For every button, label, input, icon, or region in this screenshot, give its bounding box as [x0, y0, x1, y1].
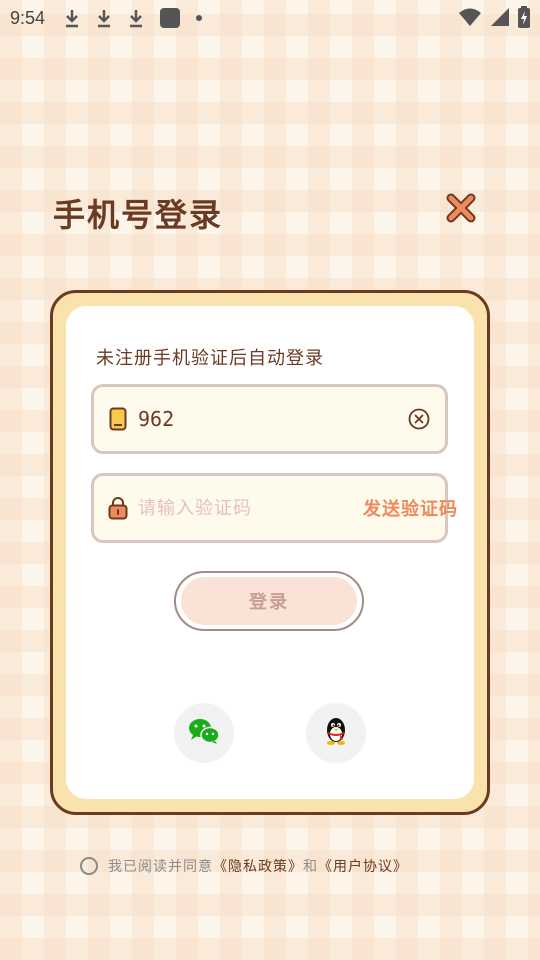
download-icon: [63, 8, 81, 28]
download-icon: [127, 8, 145, 28]
code-input[interactable]: [138, 488, 363, 528]
phone-input[interactable]: [138, 399, 407, 439]
close-button[interactable]: [444, 193, 478, 227]
send-code-button[interactable]: 发送验证码: [363, 495, 458, 521]
login-card: 未注册手机验证后自动登录 962 请输入验证码 发送验证码 登录: [50, 290, 490, 815]
code-field: 发送验证码: [91, 473, 457, 543]
qq-login-button[interactable]: [306, 703, 366, 763]
agree-and-text: 和: [303, 859, 318, 875]
qq-icon: [323, 716, 349, 750]
user-agreement-link[interactable]: 《用户协议》: [318, 856, 408, 876]
login-button[interactable]: 登录: [181, 577, 357, 625]
page-title: 手机号登录: [53, 196, 224, 234]
download-icon: [95, 8, 113, 28]
register-hint: 未注册手机验证后自动登录: [96, 348, 324, 369]
status-time: 9:54: [10, 7, 46, 28]
login-button-frame: 登录: [174, 571, 364, 631]
agreement-row: 我已阅读并同意 《隐私政策》 和 《用户协议》: [80, 856, 408, 876]
clear-button[interactable]: [407, 407, 431, 431]
agree-text: 我已阅读并同意: [108, 859, 213, 875]
privacy-policy-link[interactable]: 《隐私政策》: [213, 856, 303, 876]
login-card-inner: 未注册手机验证后自动登录 962 请输入验证码 发送验证码 登录: [66, 306, 474, 799]
status-right: [458, 6, 530, 32]
close-icon: [445, 192, 477, 228]
phone-field: [91, 384, 448, 454]
phone-icon: [108, 407, 128, 431]
wechat-icon: [187, 716, 221, 750]
lock-icon: [108, 496, 128, 520]
signal-icon: [490, 7, 510, 31]
wechat-login-button[interactable]: [174, 703, 234, 763]
status-bar: 9:54: [0, 0, 540, 36]
battery-charging-icon: [518, 6, 530, 32]
agree-radio[interactable]: [80, 857, 98, 875]
wifi-icon: [458, 7, 482, 31]
app-square-icon: [159, 7, 181, 29]
dot-icon: [195, 14, 203, 22]
clear-icon: [408, 408, 430, 430]
